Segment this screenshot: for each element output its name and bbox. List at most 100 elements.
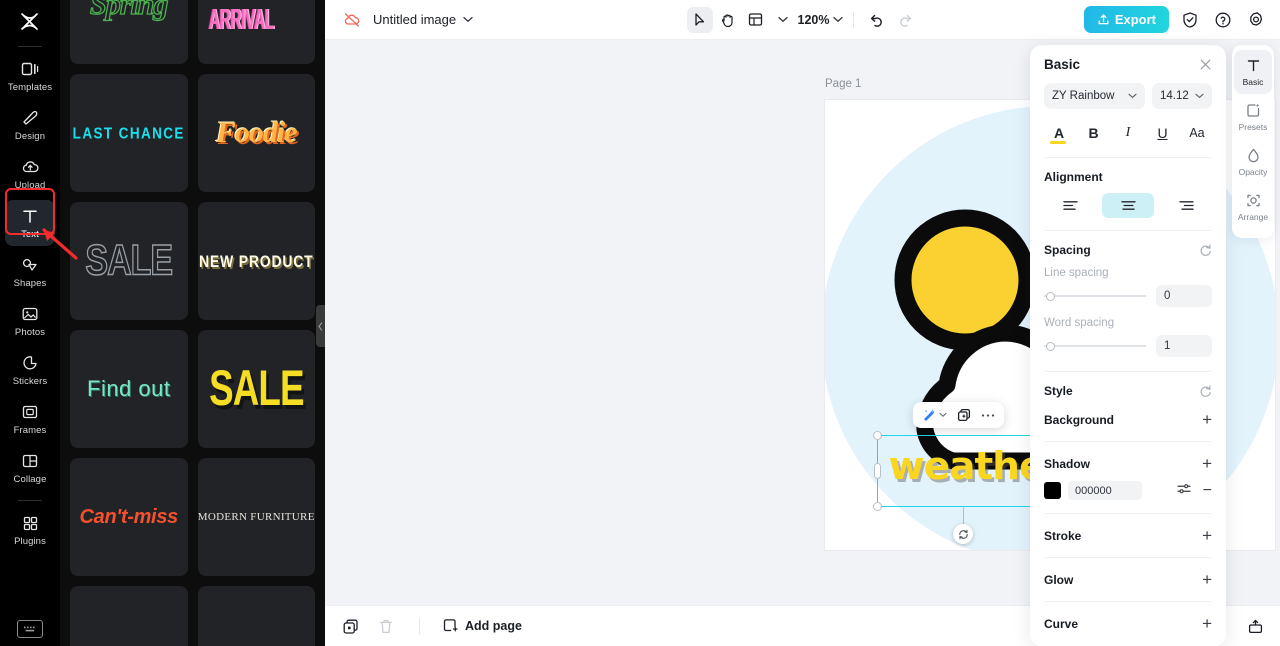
duplicate-object-button[interactable] [957, 408, 971, 422]
align-center-button[interactable] [1102, 193, 1154, 218]
shadow-hex-input[interactable]: 000000 [1068, 481, 1142, 500]
shadow-color-swatch[interactable] [1044, 482, 1061, 499]
hand-icon [721, 13, 733, 27]
sidebar-item-frames[interactable]: Frames [5, 396, 55, 442]
add-glow-plus-icon[interactable]: + [1202, 571, 1212, 588]
document-title[interactable]: Untitled image [373, 12, 456, 27]
rotate-handle[interactable] [953, 524, 973, 544]
sidebar-item-upload[interactable]: Upload [5, 151, 55, 197]
alignment-options [1044, 193, 1212, 218]
prop-tab-presets[interactable]: Presets [1234, 95, 1272, 139]
stickers-icon [21, 353, 39, 373]
export-button[interactable]: Export [1083, 6, 1169, 33]
gear-icon[interactable] [1244, 8, 1268, 32]
slider-knob[interactable] [1046, 292, 1055, 301]
line-spacing-input[interactable]: 0 [1156, 285, 1212, 307]
bold-button[interactable]: B [1081, 121, 1107, 145]
template-card[interactable]: SALE [197, 330, 315, 448]
letter-case-button[interactable]: Aa [1184, 121, 1210, 145]
layout-tool-button[interactable] [743, 7, 769, 33]
panel-collapse-handle[interactable] [316, 305, 325, 347]
resize-handle-bottom-left[interactable] [873, 502, 882, 511]
sidebar-item-collage[interactable]: Collage [5, 445, 55, 491]
prop-tab-opacity[interactable]: Opacity [1234, 140, 1272, 184]
export-label: Export [1114, 12, 1156, 27]
text-templates-panel: Spring NEW ARRIVAL LAST CHANCE Foodie SA… [60, 0, 325, 646]
word-spacing-slider[interactable] [1044, 339, 1146, 353]
duplicate-page-button[interactable] [339, 615, 361, 637]
shadow-row: Shadow + [1044, 455, 1212, 472]
align-left-button[interactable] [1044, 193, 1096, 218]
sidebar-item-stickers[interactable]: Stickers [5, 347, 55, 393]
case-glyph: Aa [1189, 126, 1205, 140]
template-label: NEW PRODUCT [198, 251, 314, 271]
sidebar-item-text[interactable]: Text [5, 200, 55, 246]
template-card[interactable]: LAST CHANCE [70, 74, 188, 192]
close-icon[interactable] [1199, 58, 1212, 71]
select-tool-button[interactable] [686, 6, 713, 33]
ai-edit-button[interactable] [922, 408, 947, 422]
remove-shadow-minus-icon[interactable]: − [1203, 482, 1212, 499]
font-size-select[interactable]: 14.12 [1152, 83, 1212, 109]
add-curve-plus-icon[interactable]: + [1202, 615, 1212, 632]
sliders-icon[interactable] [1177, 482, 1191, 500]
add-stroke-plus-icon[interactable]: + [1202, 527, 1212, 544]
add-shadow-plus-icon[interactable]: + [1202, 455, 1212, 472]
resize-handle-left[interactable] [874, 463, 881, 479]
layout-chevron-down-icon[interactable] [777, 16, 788, 23]
export-page-button[interactable] [1244, 615, 1266, 637]
template-card[interactable] [70, 586, 188, 646]
stroke-row: Stroke + [1044, 527, 1212, 544]
prop-tab-arrange[interactable]: Arrange [1234, 185, 1272, 229]
slider-knob[interactable] [1046, 342, 1055, 351]
sidebar-item-plugins[interactable]: Plugins [5, 507, 55, 553]
app-logo [0, 2, 60, 42]
add-page-button[interactable]: Add page [442, 618, 522, 634]
template-card[interactable]: SALE [70, 202, 188, 320]
shield-check-icon[interactable] [1178, 8, 1202, 32]
undo-button[interactable] [864, 7, 890, 33]
hand-tool-button[interactable] [715, 7, 741, 33]
sidebar-item-shapes[interactable]: Shapes [5, 249, 55, 295]
template-card[interactable]: Spring [70, 0, 188, 64]
resize-handle-top-left[interactable] [873, 431, 882, 440]
underline-button[interactable]: U [1150, 121, 1176, 145]
template-card[interactable] [197, 586, 315, 646]
sidebar-item-photos[interactable]: Photos [5, 298, 55, 344]
photos-image-icon [21, 304, 39, 324]
prop-tab-basic[interactable]: Basic [1234, 50, 1272, 94]
properties-icon-rail: Basic Presets Opacity Arrange [1232, 45, 1274, 238]
style-reset-icon[interactable] [1199, 384, 1212, 398]
question-circle-icon[interactable] [1211, 8, 1235, 32]
sidebar-item-templates[interactable]: Templates [5, 53, 55, 99]
prop-tab-label: Basic [1242, 77, 1264, 87]
redo-button[interactable] [892, 7, 918, 33]
add-background-plus-icon[interactable]: + [1202, 411, 1212, 428]
template-card[interactable]: Foodie [197, 74, 315, 192]
template-card[interactable]: NEW ARRIVAL [197, 0, 315, 64]
template-card[interactable]: MODERN FURNITURE [197, 458, 315, 576]
text-color-button[interactable]: A [1046, 121, 1072, 145]
object-more-button[interactable] [981, 413, 995, 418]
glow-row: Glow + [1044, 571, 1212, 588]
align-right-button[interactable] [1160, 193, 1212, 218]
title-chevron-down-icon[interactable] [463, 16, 473, 23]
shapes-icon [21, 255, 39, 275]
spacing-reset-icon[interactable] [1199, 243, 1212, 257]
template-card[interactable]: Find out [70, 330, 188, 448]
delete-page-button[interactable] [375, 615, 397, 637]
selection-bounding-box[interactable] [873, 431, 1053, 544]
page-label: Page 1 [825, 78, 862, 90]
keyboard-icon[interactable] [17, 620, 43, 638]
cloud-sync-icon[interactable] [341, 9, 363, 31]
line-spacing-control: 0 [1044, 285, 1212, 307]
word-spacing-input[interactable]: 1 [1156, 335, 1212, 357]
italic-button[interactable]: I [1115, 121, 1141, 145]
zoom-control[interactable]: 120% [798, 13, 844, 27]
template-card[interactable]: Can't-miss [70, 458, 188, 576]
font-family-select[interactable]: ZY Rainbow [1044, 83, 1145, 109]
chevron-left-icon [318, 321, 323, 331]
template-card[interactable]: NEW PRODUCT [197, 202, 315, 320]
sidebar-item-design[interactable]: Design [5, 102, 55, 148]
line-spacing-slider[interactable] [1044, 289, 1146, 303]
